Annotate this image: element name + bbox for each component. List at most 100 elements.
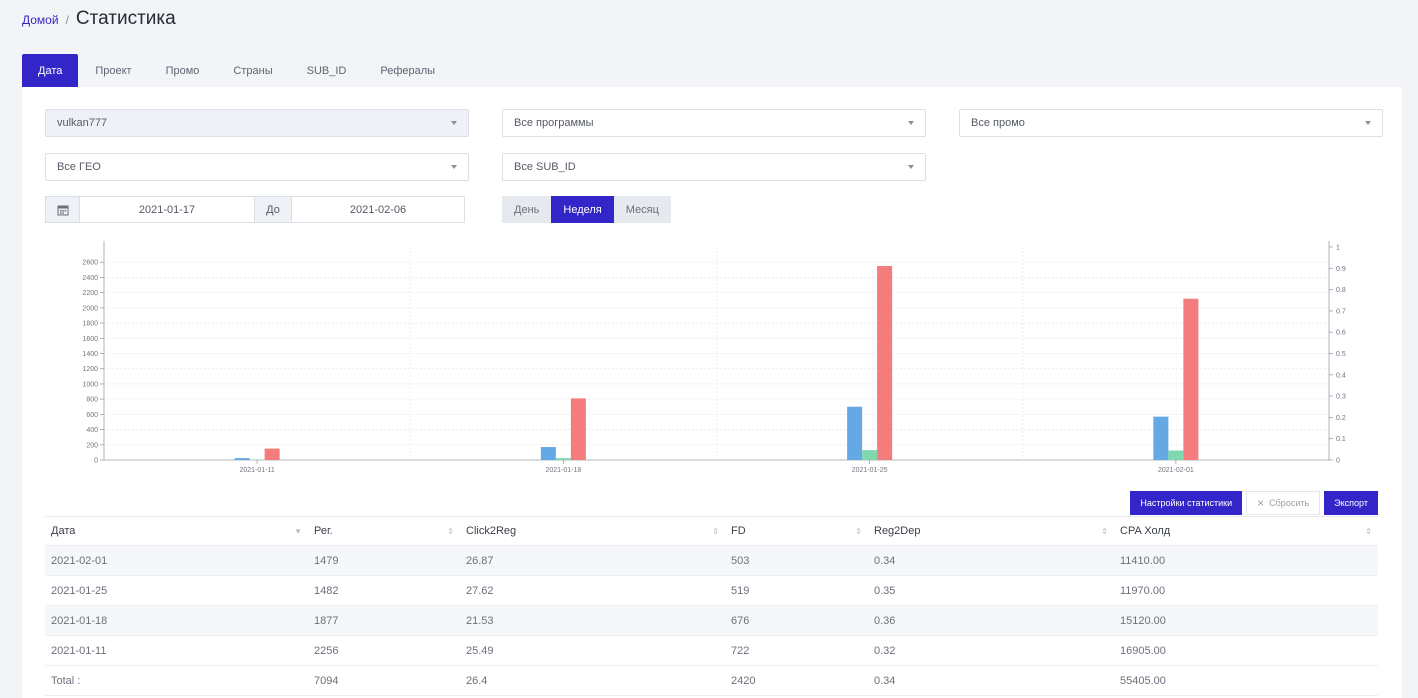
bar (234, 458, 250, 460)
bar (1153, 416, 1169, 460)
reset-button[interactable]: × Сбросить (1246, 491, 1321, 515)
y-tick-label: 2600 (82, 260, 98, 267)
account-select[interactable]: vulkan777 (45, 109, 469, 137)
table-cell: 11970.00 (1114, 575, 1378, 606)
y-tick-label: 2000 (82, 305, 98, 312)
period-day-button[interactable]: День (502, 196, 552, 223)
programs-select-value: Все программы (514, 117, 594, 129)
y2-tick-label: 0 (1336, 458, 1340, 465)
table-cell: 2420 (725, 665, 868, 696)
period-week-button[interactable]: Неделя (551, 196, 614, 223)
bar (847, 406, 863, 460)
chevron-down-icon (451, 121, 457, 125)
geo-select-value: Все ГЕО (57, 161, 101, 173)
table-cell: 0.36 (868, 605, 1114, 636)
table-cell: 1479 (308, 545, 460, 576)
y-tick-label: 1800 (82, 321, 98, 328)
promo-select-value: Все промо (971, 117, 1025, 129)
table-cell: 2021-02-01 (45, 545, 308, 576)
programs-select[interactable]: Все программы (502, 109, 926, 137)
table-cell: 0.34 (868, 545, 1114, 576)
y-tick-label: 600 (86, 412, 98, 419)
bar (540, 447, 556, 460)
chevron-down-icon (908, 165, 914, 169)
table-cell: Total : (45, 665, 308, 696)
date-range: 2021-01-17 До 2021-02-06 (45, 196, 465, 223)
breadcrumb-home-link[interactable]: Домой (22, 13, 59, 27)
promo-select[interactable]: Все промо (959, 109, 1383, 137)
table-cell: 16905.00 (1114, 635, 1378, 666)
y-tick-label: 400 (86, 427, 98, 434)
table-total-row: Total :7094 26.4 2420 0.34 55405.00 (45, 665, 1378, 696)
date-from-input[interactable]: 2021-01-17 (80, 197, 254, 222)
table-cell: 0.34 (868, 665, 1114, 696)
table-cell: 27.62 (460, 575, 725, 606)
column-header-date[interactable]: Дата ▼ (45, 516, 308, 546)
breadcrumb: Домой / Статистика (22, 8, 176, 30)
y2-tick-label: 1 (1336, 245, 1340, 252)
y2-tick-label: 0.9 (1336, 266, 1346, 273)
subid-select[interactable]: Все SUB_ID (502, 153, 926, 181)
geo-select[interactable]: Все ГЕО (45, 153, 469, 181)
column-header-reg2dep[interactable]: Reg2Dep ⇕ (868, 516, 1114, 546)
tab-countries[interactable]: Страны (216, 54, 289, 87)
y2-tick-label: 0.2 (1336, 415, 1346, 422)
calendar-icon[interactable] (46, 197, 80, 222)
y-tick-label: 2400 (82, 275, 98, 282)
reset-button-label: Сбросить (1269, 498, 1310, 508)
column-header-fd[interactable]: FD ⇕ (725, 516, 868, 546)
y2-tick-label: 0.4 (1336, 372, 1346, 379)
account-select-value: vulkan777 (57, 117, 108, 129)
y-tick-label: 200 (86, 442, 98, 449)
close-icon: × (1257, 496, 1265, 510)
y-tick-label: 1000 (82, 381, 98, 388)
page: Домой / Статистика Дата Проект Промо Стр… (0, 0, 1418, 698)
x-tick-label: 2021-01-25 (852, 467, 888, 474)
y2-tick-label: 0.5 (1336, 351, 1346, 358)
tab-project[interactable]: Проект (78, 54, 148, 87)
chevron-down-icon (1365, 121, 1371, 125)
table-cell: 7094 (308, 665, 460, 696)
table-row: 2021-01-25 1482 27.62 519 0.35 11970.00 (45, 575, 1378, 606)
table-cell: 2021-01-25 (45, 575, 308, 606)
table-cell: 0.32 (868, 635, 1114, 666)
table-cell: 519 (725, 575, 868, 606)
period-month-button[interactable]: Месяц (613, 196, 671, 223)
chevron-down-icon (908, 121, 914, 125)
y-tick-label: 0 (94, 458, 98, 465)
y-tick-label: 800 (86, 397, 98, 404)
y2-tick-label: 0.8 (1336, 287, 1346, 294)
subid-select-value: Все SUB_ID (514, 161, 576, 173)
y2-tick-label: 0.7 (1336, 308, 1346, 315)
y2-tick-label: 0.1 (1336, 436, 1346, 443)
bar (1183, 298, 1199, 460)
date-to-input[interactable]: 2021-02-06 (292, 197, 464, 222)
tab-referrals[interactable]: Рефералы (363, 54, 452, 87)
table-cell: 676 (725, 605, 868, 636)
bar (555, 458, 571, 460)
stats-settings-button[interactable]: Настройки статистики (1130, 491, 1243, 515)
table-row: 2021-02-01 1479 26.87 503 0.34 11410.00 (45, 545, 1378, 576)
table-cell: 55405.00 (1114, 665, 1378, 696)
table-cell: 503 (725, 545, 868, 576)
y-tick-label: 1200 (82, 366, 98, 373)
x-tick-label: 2021-02-01 (1158, 467, 1194, 474)
table-cell: 2256 (308, 635, 460, 666)
table-row: 2021-01-11 2256 25.49 722 0.32 16905.00 (45, 635, 1378, 666)
export-button[interactable]: Экспорт (1324, 491, 1378, 515)
table-cell: 15120.00 (1114, 605, 1378, 636)
sort-icon: ⇕ (712, 527, 719, 536)
tab-date[interactable]: Дата (22, 54, 79, 87)
sort-icon: ⇕ (1101, 527, 1108, 536)
bar (1168, 450, 1184, 460)
column-header-click2reg[interactable]: Click2Reg ⇕ (460, 516, 725, 546)
tab-promo[interactable]: Промо (149, 54, 217, 87)
bar (877, 266, 893, 460)
column-header-cpa-hold[interactable]: CPA Холд ⇕ (1114, 516, 1378, 546)
period-toggle: День Неделя Месяц (502, 196, 671, 223)
tab-subid[interactable]: SUB_ID (290, 54, 364, 87)
table-cell: 2021-01-11 (45, 635, 308, 666)
bar (264, 448, 280, 460)
column-header-reg[interactable]: Рег. ⇕ (308, 516, 460, 546)
chevron-down-icon (451, 165, 457, 169)
